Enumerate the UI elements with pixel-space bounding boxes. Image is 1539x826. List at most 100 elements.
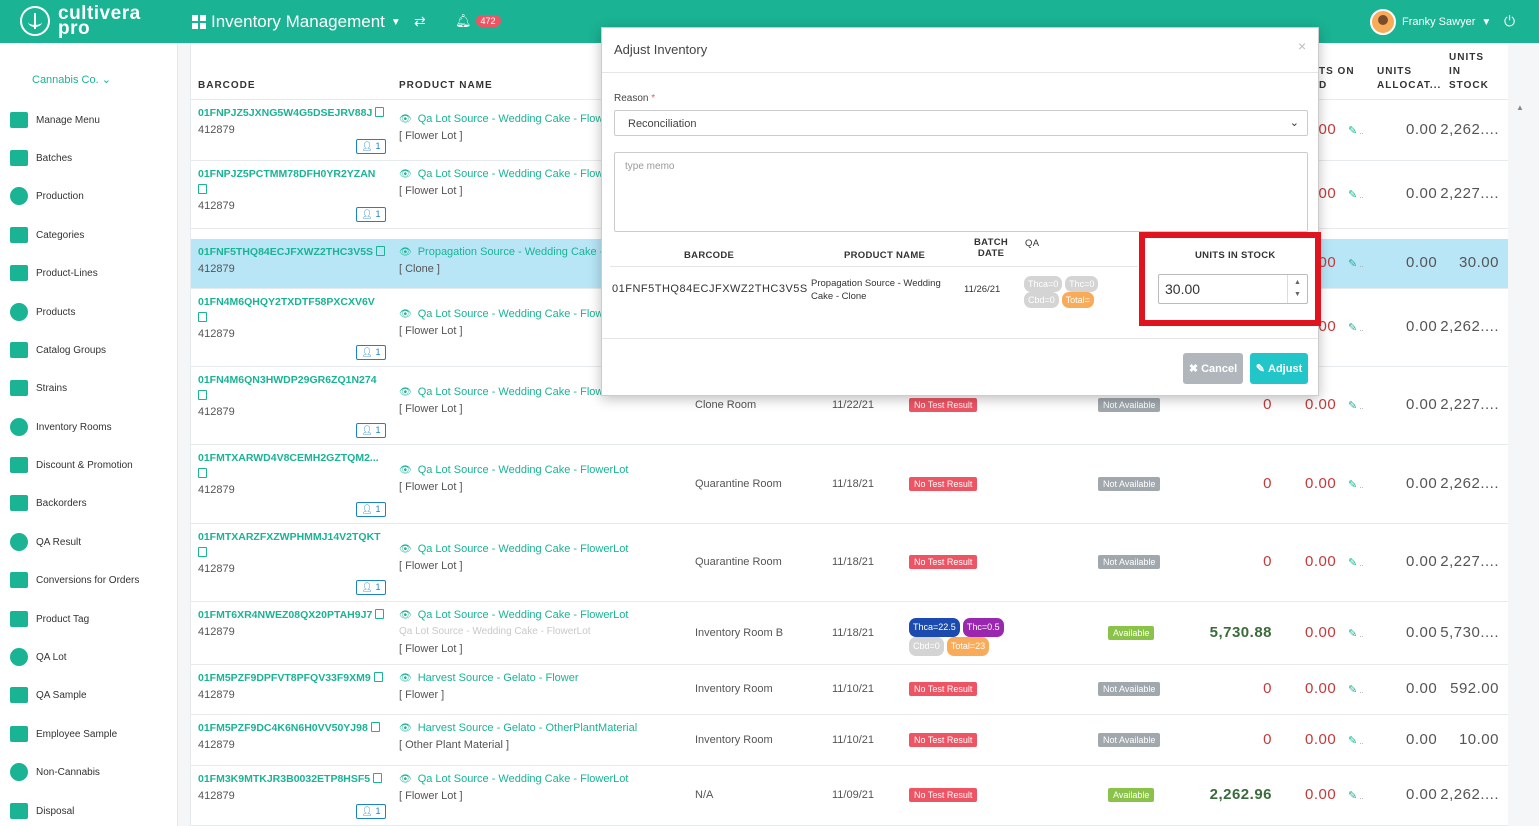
sidebar-item[interactable]: Manage Menu	[8, 108, 100, 132]
sidebar-item[interactable]: Disposal	[8, 799, 74, 823]
edit-icon[interactable]: ✎ ..	[1348, 321, 1364, 334]
edit-icon[interactable]: ✎ ..	[1348, 789, 1364, 802]
edit-icon[interactable]: ✎ ..	[1348, 556, 1364, 569]
copy-button[interactable]	[198, 547, 207, 559]
sidebar-item[interactable]: Inventory Rooms	[8, 415, 112, 439]
column-units-in-stock[interactable]: UNITS IN STOCK	[1449, 51, 1489, 93]
product-link[interactable]: 👁︎ Qa Lot Source - Wedding Cake - Flowe	[399, 113, 609, 125]
user-chip[interactable]: 👤︎ 1	[356, 580, 386, 595]
sidebar-item[interactable]: Conversions for Orders	[8, 568, 139, 592]
sidebar-item[interactable]: Strains	[8, 376, 67, 400]
copy-icon[interactable]	[376, 246, 386, 256]
edit-icon[interactable]: ✎ ..	[1348, 188, 1364, 201]
brand-logo[interactable]: cultivera pro	[20, 4, 141, 38]
product-link[interactable]: 👁︎ Qa Lot Source - Wedding Cake - Flowe	[399, 168, 609, 180]
copy-button[interactable]	[198, 390, 207, 402]
barcode-link[interactable]: 01FMT6XR4NWEZ08QX20PTAH9J7	[198, 609, 385, 621]
down-icon[interactable]: ▼	[1288, 289, 1307, 301]
barcode-link[interactable]: 01FM3K9MTKJR3B0032ETP8HSF5	[198, 773, 383, 785]
user-chip[interactable]: 👤︎ 1	[356, 423, 386, 438]
sidebar-item[interactable]: Production	[8, 184, 84, 208]
memo-textarea[interactable]: type memo	[614, 152, 1308, 232]
adjust-button[interactable]: ✎ Adjust	[1250, 353, 1308, 384]
cancel-button[interactable]: ✖ Cancel	[1183, 353, 1243, 384]
product-link[interactable]: 👁︎ Qa Lot Source - Wedding Cake - Flowe	[399, 308, 609, 320]
edit-icon[interactable]: ✎ ..	[1348, 683, 1364, 696]
user-chip[interactable]: 👤︎ 1	[356, 139, 386, 154]
sidebar-item[interactable]: Categories	[8, 223, 84, 247]
copy-button[interactable]	[198, 184, 207, 196]
sidebar-item[interactable]: QA Sample	[8, 683, 87, 707]
sidebar-item[interactable]: QA Result	[8, 530, 81, 554]
column-units-on-hold[interactable]: TS ON D	[1319, 65, 1355, 93]
sidebar-item[interactable]: Product Tag	[8, 607, 89, 631]
user-chip[interactable]: 👤︎ 1	[356, 804, 386, 819]
sidebar-item[interactable]: Backorders	[8, 491, 87, 515]
user-chip[interactable]: 👤︎ 1	[356, 502, 386, 517]
column-product-name[interactable]: PRODUCT NAME	[399, 79, 493, 93]
user-chip[interactable]: 👤︎ 1	[356, 345, 386, 360]
product-link[interactable]: 👁︎ Harvest Source - Gelato - Flower	[399, 672, 578, 684]
sidebar-item[interactable]: Employee Sample	[8, 722, 117, 746]
table-row[interactable]: 01FM5PZF9DC4K6N6H0VV50YJ98 412879 👁︎ Harves…	[191, 715, 1509, 766]
qa-pill: Thc=0	[1065, 276, 1099, 292]
sidebar-item[interactable]: Product-Lines	[8, 261, 98, 285]
sidebar-item[interactable]: Non-Cannabis	[8, 760, 100, 784]
swap-icon[interactable]: ⇄	[414, 13, 426, 30]
copy-icon[interactable]	[375, 107, 385, 117]
table-row[interactable]: 01FM3K9MTKJR3B0032ETP8HSF5 412879 👤︎ 1 👁︎ Qa…	[191, 766, 1509, 826]
copy-button[interactable]	[198, 312, 207, 324]
user-menu[interactable]: Franky Sawyer ▼	[1370, 9, 1491, 35]
sidebar-item[interactable]: QA Lot	[8, 645, 67, 669]
barcode-link[interactable]: 01FNF5THQ84ECJFXWZ2THC3V5S	[198, 246, 386, 258]
units-in-stock-input[interactable]: 30.00 ▲ ▼	[1158, 274, 1308, 304]
edit-icon[interactable]: ✎ ..	[1348, 124, 1364, 137]
product-link[interactable]: 👁︎ Qa Lot Source - Wedding Cake - FlowerL…	[399, 543, 628, 555]
copy-icon[interactable]	[373, 773, 383, 783]
barcode-link[interactable]: 01FN4M6QHQY2TXDTF58PXCXV6V	[198, 296, 375, 308]
copy-button[interactable]	[198, 468, 207, 480]
user-chip[interactable]: 👤︎ 1	[356, 207, 386, 222]
table-row[interactable]: 01FMTXARWD4V8CEMH2GZTQM2... 412879 👤︎ 1 👁︎ Q…	[191, 445, 1509, 524]
product-link[interactable]: 👁︎ Qa Lot Source - Wedding Cake - FlowerL…	[399, 464, 628, 476]
product-link[interactable]: 👁︎ Qa Lot Source - Wedding Cake - FlowerL…	[399, 386, 628, 398]
table-row[interactable]: 01FMTXARZFXZWPHMMJ14V2TQKT 412879 👤︎ 1 👁︎ Qa…	[191, 524, 1509, 602]
company-selector[interactable]: Cannabis Co. ⌄	[32, 73, 111, 86]
notifications-button[interactable]: 🔔︎ 472	[455, 13, 501, 29]
copy-icon[interactable]	[370, 722, 380, 732]
table-row[interactable]: 01FM5PZF9DPFVT8PFQV33F9XM9 412879 👁︎ Harves…	[191, 665, 1509, 715]
module-dropdown[interactable]: Inventory Management ▼	[192, 12, 401, 32]
product-link[interactable]: 👁︎ Propagation Source - Wedding Cake -	[399, 246, 603, 258]
close-icon[interactable]: ×	[1298, 38, 1306, 54]
column-units-allocated[interactable]: UNITS ALLOCAT...	[1377, 65, 1441, 93]
edit-icon[interactable]: ✎ ..	[1348, 399, 1364, 412]
barcode-link[interactable]: 01FMTXARZFXZWPHMMJ14V2TQKT	[198, 531, 381, 543]
edit-icon[interactable]: ✎ ..	[1348, 734, 1364, 747]
product-link[interactable]: 👁︎ Qa Lot Source - Wedding Cake - FlowerL…	[399, 609, 628, 621]
table-row[interactable]: 01FMT6XR4NWEZ08QX20PTAH9J7 412879 👁︎ Qa Lot…	[191, 602, 1509, 665]
barcode-link[interactable]: 01FM5PZF9DPFVT8PFQV33F9XM9	[198, 672, 383, 684]
barcode-link[interactable]: 01FN4M6QN3HWDP29GR6ZQ1N274	[198, 374, 377, 386]
stepper[interactable]: ▲ ▼	[1287, 275, 1307, 303]
sidebar-item[interactable]: Products	[8, 300, 75, 324]
sidebar-item[interactable]: Batches	[8, 146, 72, 170]
barcode-link[interactable]: 01FNPJZ5PCTMM78DFH0YR2YZAN	[198, 168, 375, 180]
sidebar-item[interactable]: Catalog Groups	[8, 338, 106, 362]
reason-select[interactable]: Reconciliation ⌄	[614, 110, 1308, 136]
edit-icon[interactable]: ✎ ..	[1348, 478, 1364, 491]
sidebar-item[interactable]: Discount & Promotion	[8, 453, 133, 477]
edit-icon[interactable]: ✎ ..	[1348, 257, 1364, 270]
copy-icon[interactable]	[375, 609, 385, 619]
product-link[interactable]: 👁︎ Harvest Source - Gelato - OtherPlantMa…	[399, 722, 637, 734]
column-barcode[interactable]: BARCODE	[198, 79, 256, 93]
copy-icon[interactable]	[373, 672, 383, 682]
product-link[interactable]: 👁︎ Qa Lot Source - Wedding Cake - FlowerL…	[399, 773, 628, 785]
edit-icon[interactable]: ✎ ..	[1348, 627, 1364, 640]
barcode-link[interactable]: 01FNPJZ5JXNG5W4G5DSEJRV88J	[198, 107, 385, 119]
scroll-up-icon[interactable]: ▲	[1516, 103, 1524, 112]
up-icon[interactable]: ▲	[1288, 277, 1307, 289]
scrollbar[interactable]: ▲	[1508, 95, 1539, 826]
power-icon[interactable]: ⏻	[1504, 13, 1515, 30]
barcode-link[interactable]: 01FMTXARWD4V8CEMH2GZTQM2...	[198, 452, 379, 464]
barcode-link[interactable]: 01FM5PZF9DC4K6N6H0VV50YJ98	[198, 722, 380, 734]
